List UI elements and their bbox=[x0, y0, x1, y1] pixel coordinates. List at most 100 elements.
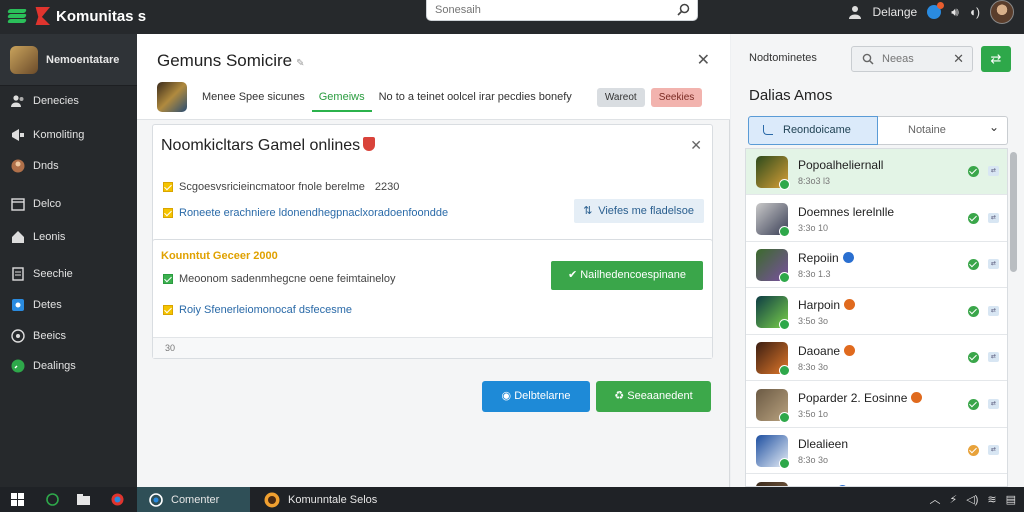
sidebar-item-label: Detes bbox=[33, 299, 62, 311]
list-item[interactable]: Popoalheliernall 8:3o3 l3 ⇄ bbox=[746, 149, 1007, 195]
game-icon bbox=[756, 435, 790, 469]
notification-icon[interactable] bbox=[927, 2, 945, 19]
speaker-icon[interactable]: ◁) bbox=[966, 493, 978, 506]
sidebar-item-denecies[interactable]: Denecies bbox=[0, 85, 137, 117]
list-item[interactable]: Harpoin 3:5o 3o ⇄ bbox=[746, 289, 1007, 335]
switch-icon[interactable]: ⇄ bbox=[988, 398, 999, 409]
volume-icon[interactable]: 🔊︎ bbox=[951, 5, 959, 20]
game-icon bbox=[756, 295, 790, 330]
sidebar-item-seechie[interactable]: Seechie bbox=[0, 258, 137, 290]
tab-bar: Menee Spee sicunes Gemeiws No to a teine… bbox=[157, 82, 703, 112]
filter-active[interactable]: Reondoicame bbox=[748, 116, 878, 145]
add-button[interactable]: ⇄ bbox=[981, 46, 1011, 72]
share-button[interactable]: ◉ Delbtelarne bbox=[482, 381, 590, 412]
chat-icon[interactable] bbox=[46, 493, 59, 506]
scrollbar[interactable] bbox=[1010, 152, 1017, 272]
list-item[interactable]: Doemnes lerelnlle 3:3o 10 ⇄ bbox=[746, 196, 1007, 242]
list-item[interactable]: Poparder 2. Eosinne 3:5o 1o ⇄ bbox=[746, 382, 1007, 428]
taskbar-app-komunitas[interactable]: Komunntale Selos bbox=[252, 487, 382, 512]
chevron-up-icon[interactable]: ︿ bbox=[930, 491, 941, 507]
checkbox[interactable] bbox=[163, 274, 173, 284]
folder-icon[interactable] bbox=[77, 493, 90, 506]
section-title: Dalias Amos bbox=[749, 87, 833, 104]
user-label[interactable]: Delange bbox=[872, 5, 917, 19]
badge-icon bbox=[842, 252, 854, 263]
sound-icon[interactable]: ◖) bbox=[969, 5, 980, 19]
primary-action-button[interactable]: ✔ Nailhedencoespinane bbox=[551, 261, 703, 290]
checkbox-item[interactable]: Roiy Sfenerleiomonocaf dsfecesme bbox=[163, 304, 352, 316]
browser-icon[interactable] bbox=[111, 493, 124, 506]
avatar[interactable] bbox=[990, 0, 1014, 24]
brand[interactable]: Komunitas s bbox=[7, 4, 147, 28]
status-icon bbox=[968, 259, 979, 270]
tab-details[interactable]: No to a teinet oolcel irar pecdies bonef… bbox=[372, 82, 579, 112]
sidebar-item-dealings[interactable]: Dealings bbox=[0, 350, 137, 382]
sidebar-item-delco[interactable]: Delco bbox=[0, 188, 137, 220]
edit-icon[interactable]: ✎ bbox=[296, 58, 304, 69]
right-search[interactable]: ✕ bbox=[851, 46, 973, 72]
checkbox-item[interactable]: Meoonom sadenmhegcne oene feimtaineloy bbox=[163, 273, 395, 285]
search-icon[interactable] bbox=[677, 3, 690, 16]
game-subtitle: 3:3o 10 bbox=[798, 222, 829, 233]
view-button[interactable]: Viefes me fladelsoe bbox=[574, 199, 704, 223]
sidebar-item-detes[interactable]: Detes bbox=[0, 289, 137, 321]
sidebar-item-beeics[interactable]: Beeics bbox=[0, 320, 137, 352]
user-icon[interactable] bbox=[848, 5, 862, 19]
switch-icon[interactable]: ⇄ bbox=[988, 352, 999, 362]
switch-icon[interactable]: ⇄ bbox=[988, 305, 999, 316]
switch-icon[interactable]: ⇄ bbox=[988, 166, 999, 176]
calendar-icon bbox=[11, 197, 25, 211]
checkbox[interactable] bbox=[163, 305, 173, 315]
checkbox[interactable] bbox=[163, 182, 173, 192]
taskbar-app-comenter[interactable]: Comenter bbox=[137, 487, 250, 512]
megaphone-icon bbox=[11, 128, 25, 142]
tab-games[interactable]: Gemeiws bbox=[311, 82, 372, 112]
game-icon bbox=[756, 156, 790, 190]
list-item[interactable]: Daoane 8:3o 3o ⇄ bbox=[746, 335, 1007, 381]
list-item[interactable]: Dlealieen 8:3o 3o ⇄ bbox=[746, 428, 1007, 474]
right-search-input[interactable] bbox=[882, 47, 952, 71]
sidebar-header[interactable]: Nemoentatare bbox=[0, 34, 137, 86]
wifi-icon[interactable]: ≋ bbox=[987, 493, 996, 506]
switch-icon[interactable]: ⇄ bbox=[988, 212, 999, 223]
secondary-button[interactable]: Wareot bbox=[596, 87, 645, 107]
status-icon bbox=[968, 398, 979, 410]
switch-icon[interactable]: ⇄ bbox=[988, 445, 999, 455]
game-name: Harpoin bbox=[798, 298, 856, 312]
network-icon[interactable]: ⚡ bbox=[950, 493, 958, 506]
card-close-icon[interactable]: ✕ bbox=[690, 137, 702, 154]
avatar-icon bbox=[11, 159, 25, 173]
close-icon[interactable]: ✕ bbox=[697, 50, 710, 70]
checkbox-item[interactable]: Roneete erachniere ldonendhegpnaclxorado… bbox=[163, 207, 448, 219]
save-button[interactable]: ♻ Seeaanedent bbox=[596, 381, 711, 412]
sidebar-item-leonis[interactable]: Leonis bbox=[0, 221, 137, 253]
checkbox[interactable] bbox=[163, 208, 173, 218]
sidebar-item-label: Leonis bbox=[33, 231, 66, 243]
sidebar-item-label: Dnds bbox=[33, 160, 59, 172]
filter-select[interactable]: Notaine bbox=[878, 114, 1008, 145]
warning-button[interactable]: Seekies bbox=[650, 87, 703, 107]
windows-start-icon[interactable] bbox=[11, 493, 24, 506]
sidebar-item-komoliting[interactable]: Komoliting bbox=[0, 119, 137, 151]
document-icon bbox=[11, 267, 25, 281]
clear-icon[interactable]: ✕ bbox=[953, 51, 964, 67]
filter-segment: Reondoicame Notaine bbox=[748, 114, 1008, 145]
search-input[interactable] bbox=[435, 0, 665, 20]
home-icon bbox=[11, 230, 25, 244]
top-search[interactable] bbox=[426, 0, 698, 21]
status-icon bbox=[968, 352, 979, 363]
main-header: Gemuns Somicire ✎ ✕ Menee Spee sicunes Ge… bbox=[137, 34, 730, 120]
sidebar-item-dnds[interactable]: Dnds bbox=[0, 150, 137, 182]
image-icon bbox=[11, 298, 25, 312]
sidebar-item-label: Denecies bbox=[33, 95, 79, 107]
list-item[interactable]: Decrin⇄ bbox=[746, 475, 1007, 486]
tab-menee[interactable]: Menee Spee sicunes bbox=[195, 82, 312, 112]
app-title: Komunitas s bbox=[56, 7, 147, 25]
notification-center-icon[interactable]: ▤ bbox=[1006, 493, 1016, 506]
right-panel: Nodtominetes ✕ ⇄ Dalias Amos Reondoicame… bbox=[731, 34, 1024, 487]
game-name: Popoalheliernall bbox=[798, 158, 884, 172]
checkbox-item[interactable]: Scgoesvsricieincmatoor fnole berelme 223… bbox=[163, 181, 399, 193]
switch-icon[interactable]: ⇄ bbox=[988, 259, 999, 269]
list-item[interactable]: Repoiin 8:3o 1.3 ⇄ bbox=[746, 242, 1007, 288]
taskbar: Comenter Komunntale Selos ︿ ⚡ ◁) ≋ ▤ bbox=[0, 487, 1024, 512]
